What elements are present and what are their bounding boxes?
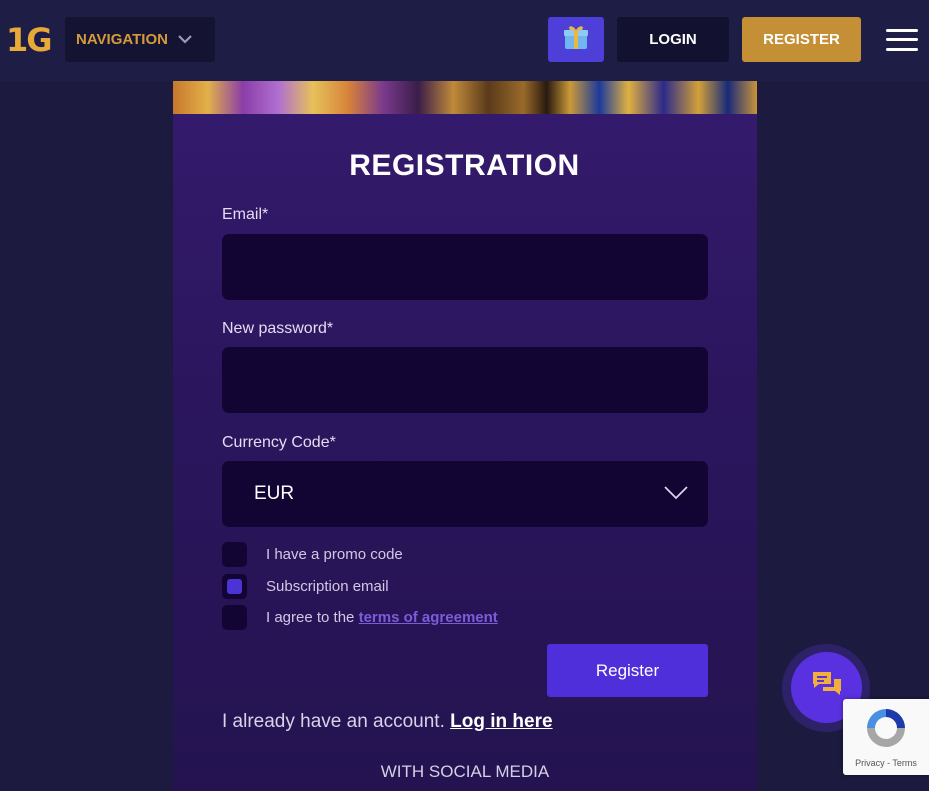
register-header-button[interactable]: REGISTER	[742, 17, 861, 62]
hamburger-menu-icon[interactable]	[884, 27, 920, 53]
gift-button[interactable]	[548, 17, 604, 62]
terms-checkbox[interactable]	[222, 604, 247, 630]
subscription-email-checkbox[interactable]	[222, 573, 247, 599]
promo-code-checkbox[interactable]	[222, 541, 247, 567]
social-media-title: WITH SOCIAL MEDIA	[380, 762, 550, 781]
password-field[interactable]	[222, 347, 708, 413]
login-link[interactable]: Log in here	[450, 711, 552, 732]
email-field[interactable]	[222, 234, 708, 300]
currency-label: Currency Code*	[222, 434, 336, 451]
chevron-down-icon	[664, 486, 688, 505]
email-label: Email*	[222, 206, 269, 223]
navigation-label: NAVIGATION	[76, 31, 168, 48]
password-label: New password*	[222, 320, 334, 337]
recaptcha-terms-text[interactable]: Privacy - Terms	[843, 758, 929, 768]
subscription-email-row: Subscription email	[222, 573, 389, 599]
account-text: I already have an account.	[222, 711, 445, 732]
subscription-email-label: Subscription email	[266, 577, 389, 595]
checkbox-checked-indicator	[227, 578, 242, 594]
navigation-dropdown-button[interactable]: NAVIGATION	[65, 17, 215, 62]
promo-banner-image	[173, 81, 757, 114]
chat-icon	[811, 670, 843, 705]
terms-row: I agree to the terms of agreement	[222, 604, 498, 630]
existing-account-text: I already have an account. Log in here	[222, 711, 553, 733]
login-button[interactable]: LOGIN	[617, 17, 729, 62]
gift-icon	[563, 23, 589, 56]
promo-code-label: I have a promo code	[266, 545, 403, 563]
terms-link[interactable]: terms of agreement	[359, 609, 498, 626]
recaptcha-badge[interactable]: Privacy - Terms	[843, 699, 929, 775]
chevron-down-icon	[178, 35, 192, 44]
terms-label: I agree to the terms of agreement	[266, 609, 498, 626]
recaptcha-icon	[863, 705, 909, 758]
currency-value: EUR	[254, 483, 295, 504]
currency-select[interactable]: EUR	[222, 461, 708, 527]
promo-code-row: I have a promo code	[222, 541, 403, 567]
register-submit-button[interactable]: Register	[547, 644, 708, 697]
site-logo[interactable]: 1G	[6, 22, 53, 58]
top-header: 1G NAVIGATION LOGIN REGISTER	[0, 0, 929, 81]
page-title: REGISTRATION	[349, 149, 580, 182]
terms-label-text: I agree to the	[266, 608, 359, 626]
